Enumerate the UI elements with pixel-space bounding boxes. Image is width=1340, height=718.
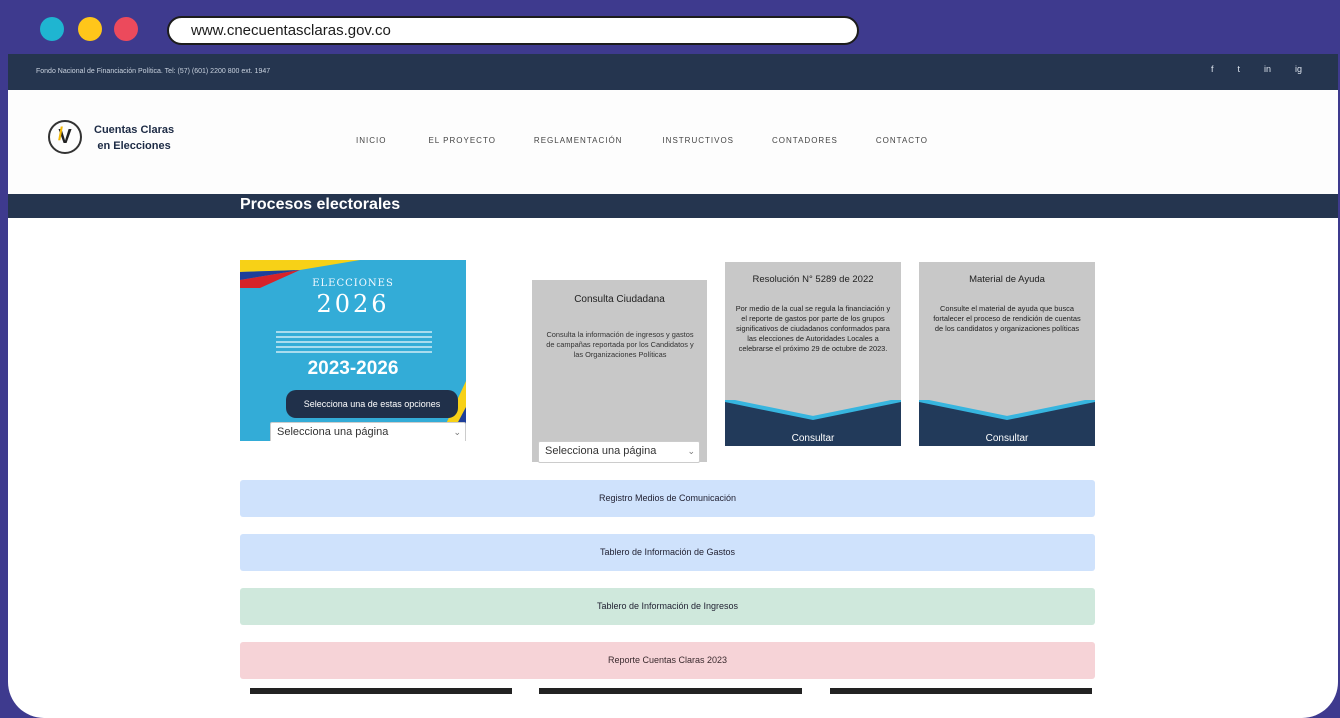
site-logo-text[interactable]: Cuentas Claras en Elecciones xyxy=(94,122,174,154)
section-title: Procesos electorales xyxy=(240,196,401,213)
instagram-icon[interactable]: ig xyxy=(1295,64,1302,74)
content-strip-left xyxy=(250,688,512,694)
consulta-select-value: Selecciona una página xyxy=(545,445,657,457)
consulta-title: Consulta Ciudadana xyxy=(574,294,665,305)
browser-window: www.cnecuentasclaras.gov.co Fondo Nacion… xyxy=(8,0,1338,718)
check-logo-icon[interactable]: / V xyxy=(48,120,82,154)
consulta-text: Consulta la información de ingresos y ga… xyxy=(546,330,694,359)
browser-chrome: www.cnecuentasclaras.gov.co xyxy=(8,0,1338,54)
resolucion-consultar-button[interactable]: Consultar xyxy=(725,433,901,444)
registro-medios-button[interactable]: Registro Medios de Comunicación xyxy=(240,480,1095,517)
material-title: Material de Ayuda xyxy=(969,274,1045,285)
consulta-card: Consulta Ciudadana Consulta la informaci… xyxy=(532,280,707,463)
resolucion-title: Resolución N° 5289 de 2022 xyxy=(752,274,874,285)
social-links: f t in ig xyxy=(1211,64,1302,74)
facebook-icon[interactable]: f xyxy=(1211,64,1214,74)
window-dot-yellow[interactable] xyxy=(78,17,102,41)
elections-card: ELECCIONES 2026 2023-2026 Selecciona una… xyxy=(240,260,466,441)
nav-item-el-proyecto[interactable]: EL PROYECTO xyxy=(428,136,495,145)
twitter-icon[interactable]: t xyxy=(1237,64,1240,74)
elections-page-select[interactable]: Selecciona una página ⌄ xyxy=(270,422,466,441)
nav-item-contadores[interactable]: CONTADORES xyxy=(772,136,838,145)
tablero-gastos-button[interactable]: Tablero de Información de Gastos xyxy=(240,534,1095,571)
content-strip-center xyxy=(539,688,802,694)
elections-range: 2023-2026 xyxy=(307,358,399,379)
elections-label: ELECCIONES xyxy=(312,278,394,289)
window-dot-cyan[interactable] xyxy=(40,17,64,41)
linkedin-icon[interactable]: in xyxy=(1264,64,1271,74)
chevron-down-icon: ⌄ xyxy=(687,446,695,456)
contact-info: Fondo Nacional de Financiación Política.… xyxy=(36,68,271,75)
elections-year: 2026 xyxy=(316,290,390,318)
logo-line-2: en Elecciones xyxy=(97,140,171,152)
nav-item-inicio[interactable]: INICIO xyxy=(356,136,386,145)
chevron-down-icon: ⌄ xyxy=(453,427,461,437)
elections-select-value: Selecciona una página xyxy=(277,426,389,438)
reporte-cuentas-claras-button[interactable]: Reporte Cuentas Claras 2023 xyxy=(240,642,1095,679)
nav-item-instructivos[interactable]: INSTRUCTIVOS xyxy=(662,136,734,145)
main-nav: INICIO EL PROYECTO REGLAMENTACIÓN INSTRU… xyxy=(348,136,928,145)
content-strip-right xyxy=(830,688,1092,694)
material-card[interactable]: Material de Ayuda Consulte el material d… xyxy=(919,262,1095,446)
resolucion-card[interactable]: Resolución N° 5289 de 2022 Por medio de … xyxy=(725,262,901,446)
nav-item-contacto[interactable]: CONTACTO xyxy=(876,136,928,145)
address-bar[interactable]: www.cnecuentasclaras.gov.co xyxy=(167,16,859,45)
consulta-page-select[interactable]: Selecciona una página ⌄ xyxy=(538,441,700,463)
info-topbar: Fondo Nacional de Financiación Política.… xyxy=(8,54,1338,90)
elections-fine-print xyxy=(276,328,432,356)
material-text: Consulte el material de ayuda que busca … xyxy=(933,304,1081,333)
nav-item-reglamentacion[interactable]: REGLAMENTACIÓN xyxy=(534,136,623,145)
window-dot-red[interactable] xyxy=(114,17,138,41)
resolucion-text: Por medio de la cual se regula la financ… xyxy=(735,304,891,353)
tablero-ingresos-button[interactable]: Tablero de Información de Ingresos xyxy=(240,588,1095,625)
logo-line-1: Cuentas Claras xyxy=(94,124,175,136)
elections-options-pill: Selecciona una de estas opciones xyxy=(286,390,458,418)
section-banner: Procesos electorales xyxy=(8,194,1338,218)
material-consultar-button[interactable]: Consultar xyxy=(919,433,1095,444)
site-header: / V Cuentas Claras en Elecciones INICIO E… xyxy=(8,90,1338,194)
